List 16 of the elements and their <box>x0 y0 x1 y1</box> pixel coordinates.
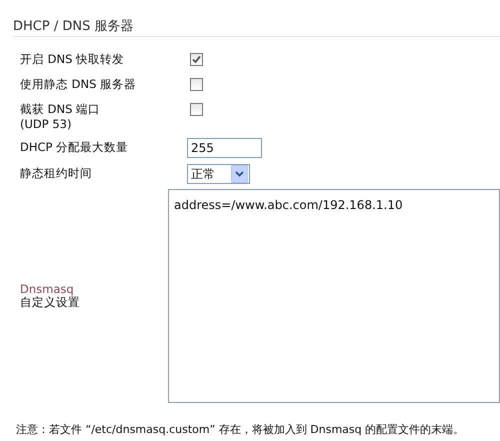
dropdown[interactable]: 正常 <box>187 164 250 184</box>
setting-label: 自定义设置 <box>20 296 81 309</box>
checkbox[interactable] <box>190 53 203 66</box>
input-field[interactable]: 255 <box>187 138 262 158</box>
caret-icon <box>231 165 248 183</box>
setting-label: 开启 DNS 快取转发 <box>20 51 126 67</box>
checkbox[interactable] <box>190 78 203 91</box>
setting-label: 静态租约时间 <box>20 165 93 181</box>
checkbox[interactable] <box>190 103 203 116</box>
text-area[interactable]: address=/www.abc.com/192.168.1.10 <box>168 189 500 403</box>
setting-label: 使用静态 DNS 服务器 <box>20 76 138 92</box>
section-title: DHCP / DNS 服务器 <box>12 18 134 36</box>
note-text: 注意：若文件 “/etc/dnsmasq.custom” 存在，将被加入到 Dnsmasq 的配置文件的末端。 <box>15 422 466 437</box>
setting-label: DHCP 分配最大数量 <box>20 139 130 155</box>
setting-label: 截获 DNS 端口 (UDP 53) <box>20 101 102 132</box>
dnsmasq-link[interactable]: Dnsmasq <box>20 283 168 296</box>
